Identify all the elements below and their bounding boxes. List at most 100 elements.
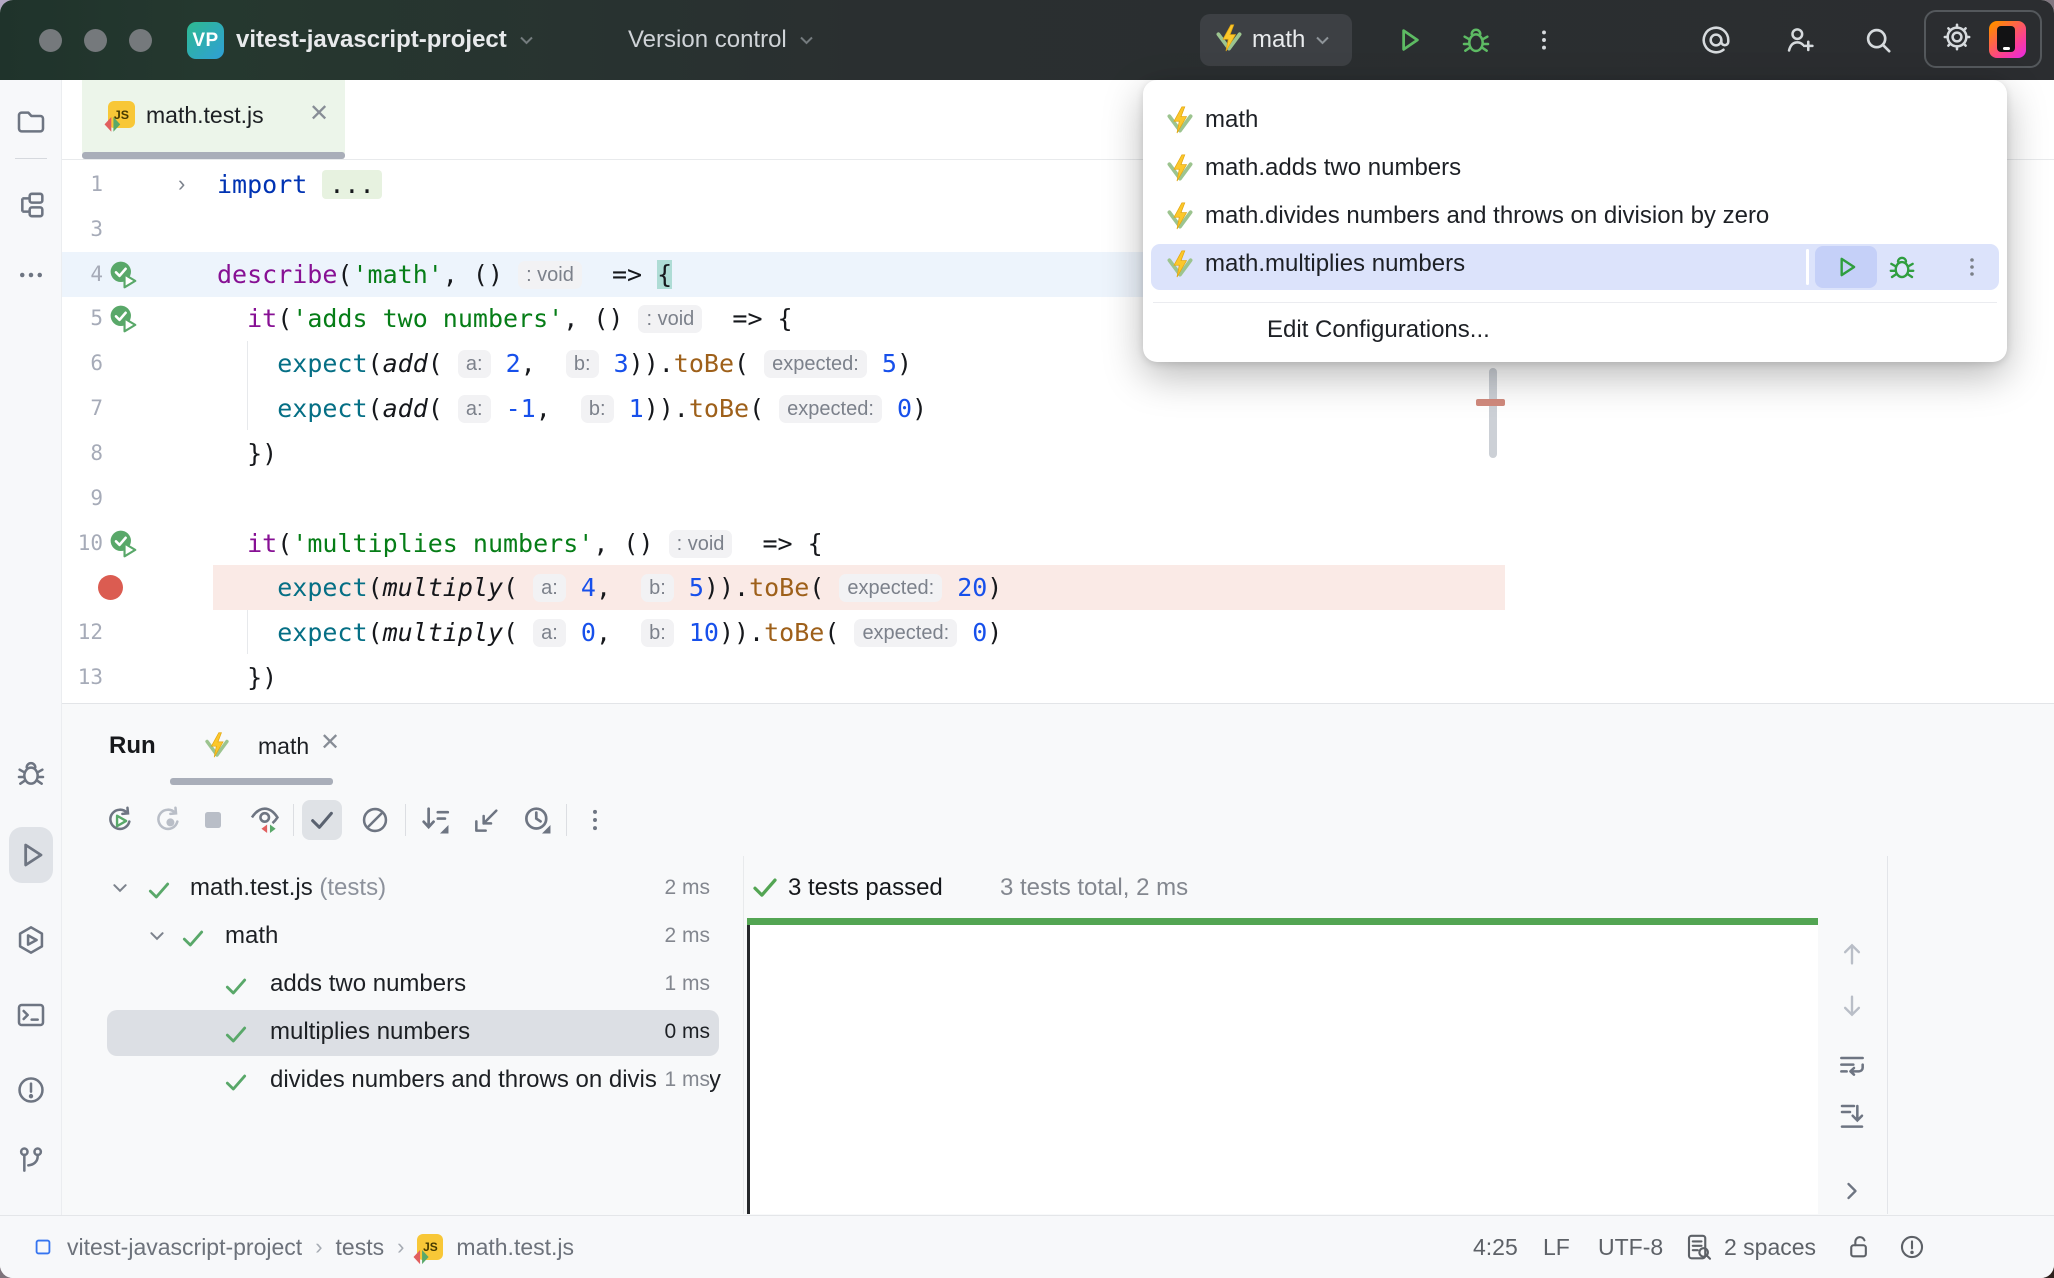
more-horizontal-tool-icon[interactable] [0, 253, 62, 297]
soft-wrap-icon[interactable] [1834, 1048, 1870, 1084]
code-text: describe('math', () : void => { [217, 252, 672, 297]
breadcrumb-item[interactable]: math.test.js [456, 1234, 574, 1261]
inline-hint: a: [533, 574, 566, 602]
popup-more-button[interactable] [1955, 250, 1989, 284]
ai-assistant-icon[interactable] [1694, 0, 1738, 80]
toggle-auto-test-button[interactable] [245, 800, 285, 840]
test-tree-row[interactable]: math.test.js (tests)2 ms [62, 865, 802, 913]
more-actions-button[interactable] [1522, 0, 1566, 80]
caret-position[interactable]: 4:25 [1473, 1216, 1518, 1278]
navigate-with-single-click-button[interactable] [467, 800, 507, 840]
popup-button-divider [1806, 249, 1809, 285]
account-avatar[interactable] [1989, 21, 2026, 58]
expand-chevron-icon[interactable] [111, 879, 129, 902]
structure-tool-icon[interactable] [0, 183, 62, 227]
active-tab-indicator [82, 152, 345, 159]
indent-size[interactable]: 2 spaces [1724, 1216, 1816, 1278]
search-icon[interactable] [1856, 0, 1900, 80]
sort-by-status-button[interactable] [415, 800, 455, 840]
vcs-menu[interactable]: Version control [628, 0, 814, 80]
test-tree-row[interactable]: multiplies numbers0 ms [62, 1009, 802, 1057]
line-number: 4 [62, 252, 103, 297]
editor-tab-math-test-js[interactable]: JS math.test.js ✕ [82, 80, 345, 153]
test-tree-row[interactable]: math2 ms [62, 913, 802, 961]
project-logo[interactable]: VP [187, 22, 224, 59]
more-button[interactable] [575, 800, 615, 840]
test-passed-icon [223, 973, 249, 1004]
test-name: math [225, 922, 278, 950]
breakpoint-icon[interactable] [98, 575, 123, 600]
test-duration: 0 ms [656, 1020, 710, 1044]
strip-separator [15, 158, 47, 159]
expand-chevron-icon[interactable] [148, 927, 166, 950]
code-line: 13 }) [62, 655, 2054, 700]
run-test-gutter-icon[interactable] [109, 529, 139, 559]
run-config-item[interactable]: math.divides numbers and throws on divis… [1151, 192, 1999, 240]
test-console-output[interactable] [747, 925, 1818, 1214]
breadcrumb-item[interactable]: tests [336, 1234, 385, 1261]
inline-hint: : void [518, 261, 582, 289]
rerun-button[interactable] [100, 800, 140, 840]
js-test-file-icon: JS [417, 1234, 443, 1260]
line-ending[interactable]: LF [1543, 1216, 1570, 1278]
run-configuration-selector[interactable]: math [1200, 14, 1352, 66]
run-config-popup: math math.adds two numbers math.divides … [1143, 80, 2007, 362]
debug-tool-icon[interactable] [0, 751, 62, 795]
services-tool-icon[interactable] [0, 918, 62, 962]
popup-run-button[interactable] [1815, 246, 1877, 288]
show-passed-button[interactable] [302, 800, 342, 840]
run-test-gutter-icon[interactable] [109, 260, 139, 290]
scroll-to-end-icon[interactable] [1834, 1098, 1870, 1134]
code-text: expect(add( a: 2, b: 3)).toBe( expected:… [217, 341, 912, 386]
code-text: import ... [217, 162, 382, 207]
test-tree-row[interactable]: divides numbers and throws on division b… [62, 1057, 802, 1105]
close-tab-icon[interactable]: ✕ [309, 102, 329, 126]
vitest-icon [1165, 201, 1195, 236]
zoom-window-button[interactable] [129, 29, 152, 52]
edit-configurations-item[interactable]: Edit Configurations... [1267, 316, 1490, 344]
fold-region-icon[interactable]: › [178, 162, 185, 207]
test-passed-icon [180, 925, 206, 956]
close-run-tab-icon[interactable]: ✕ [320, 731, 340, 755]
run-test-gutter-icon[interactable] [109, 304, 139, 334]
debug-button[interactable] [1454, 0, 1498, 80]
test-duration: 1 ms [656, 972, 710, 996]
code-text: expect(add( a: -1, b: 1)).toBe( expected… [217, 386, 927, 431]
lock-icon[interactable] [1846, 1216, 1874, 1278]
file-encoding[interactable]: UTF-8 [1598, 1216, 1663, 1278]
minimize-window-button[interactable] [84, 29, 107, 52]
inline-hint: : void [669, 530, 733, 558]
line-number [62, 565, 103, 610]
popup-debug-button[interactable] [1885, 250, 1919, 284]
run-config-item[interactable]: math [1151, 96, 1999, 144]
toolbar-separator [293, 804, 294, 836]
left-tool-strip [0, 80, 62, 1215]
problems-tool-icon[interactable] [0, 1068, 62, 1112]
chevron-down-icon [799, 36, 814, 45]
event-log-icon[interactable] [1898, 1216, 1926, 1278]
file-type-indicator-icon [32, 1236, 54, 1258]
project-folder-tool-icon[interactable] [0, 100, 62, 144]
run-config-item[interactable]: math.adds two numbers [1151, 144, 1999, 192]
test-tree-row[interactable]: adds two numbers 1 ms [62, 961, 802, 1009]
inline-hint: expected: [764, 350, 867, 378]
sort-by-duration-button[interactable] [517, 800, 557, 840]
vcs-label: Version control [628, 26, 787, 54]
breadcrumb-item[interactable]: vitest-javascript-project [67, 1234, 302, 1261]
toolbar-separator [405, 804, 406, 836]
tree-console-divider[interactable] [743, 856, 744, 1214]
run-button[interactable] [1386, 0, 1430, 80]
settings-gear-icon[interactable] [1940, 20, 1974, 59]
show-ignored-button[interactable] [355, 800, 395, 840]
run-tool-icon[interactable] [0, 833, 62, 877]
test-name: adds two numbers [270, 970, 466, 998]
terminal-tool-icon[interactable] [0, 993, 62, 1037]
inline-hint: b: [641, 574, 674, 602]
close-window-button[interactable] [39, 29, 62, 52]
git-tool-icon[interactable] [0, 1138, 62, 1182]
run-config-item-label: math.adds two numbers [1205, 154, 1461, 182]
chevron-right-icon[interactable] [1834, 1173, 1870, 1209]
add-user-icon[interactable] [1778, 0, 1822, 80]
run-tab-label[interactable]: math [258, 733, 309, 760]
project-name-menu[interactable]: vitest-javascript-project [236, 0, 534, 80]
